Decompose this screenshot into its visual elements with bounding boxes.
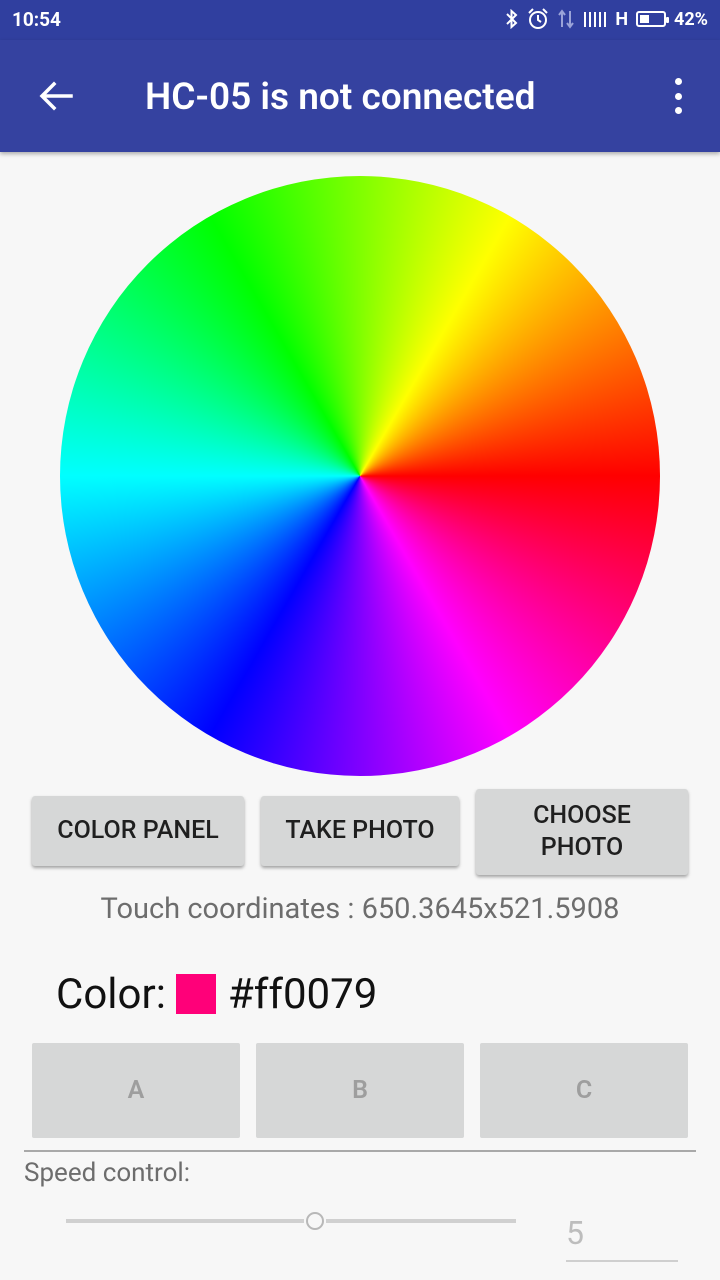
speed-slider-track[interactable] [326,1219,516,1223]
selected-color-row: Color: #ff0079 [56,966,377,1022]
color-wheel[interactable] [60,176,660,776]
color-panel-button[interactable]: COLOR PANEL [32,796,244,866]
speed-slider-track-filled[interactable] [66,1219,304,1223]
color-hex-value: #ff0079 [227,969,378,1019]
network-type: H [615,8,629,30]
mode-c-button[interactable]: C [480,1043,688,1138]
battery-percent: 42% [674,8,708,30]
back-arrow-icon[interactable] [36,76,76,116]
status-icons: H 42% [505,8,708,30]
color-label: Color: [56,969,166,1019]
status-time: 10:54 [12,8,61,31]
app-bar: HC-05 is not connected [0,40,720,152]
signal-bars-icon [584,12,607,27]
page-title: HC-05 is not connected [145,76,536,119]
touch-coordinates-text: Touch coordinates : 650.3645x521.5908 [100,892,620,926]
mode-b-button[interactable]: B [256,1043,464,1138]
divider [24,1150,696,1152]
overflow-menu-icon[interactable] [670,78,686,114]
bluetooth-icon [506,9,518,29]
choose-photo-button[interactable]: CHOOSE PHOTO [476,789,688,875]
color-swatch [175,974,216,1014]
speed-control-label: Speed control: [24,1158,191,1188]
alarm-icon [528,8,549,29]
battery-icon [636,11,670,27]
status-bar: 10:54 H 42% [0,0,720,40]
speed-value-field[interactable]: 5 [566,1214,678,1262]
take-photo-button[interactable]: TAKE PHOTO [261,796,459,866]
speed-slider-thumb[interactable] [306,1212,324,1230]
data-transfer-icon [558,9,575,29]
mode-a-button[interactable]: A [32,1043,240,1138]
